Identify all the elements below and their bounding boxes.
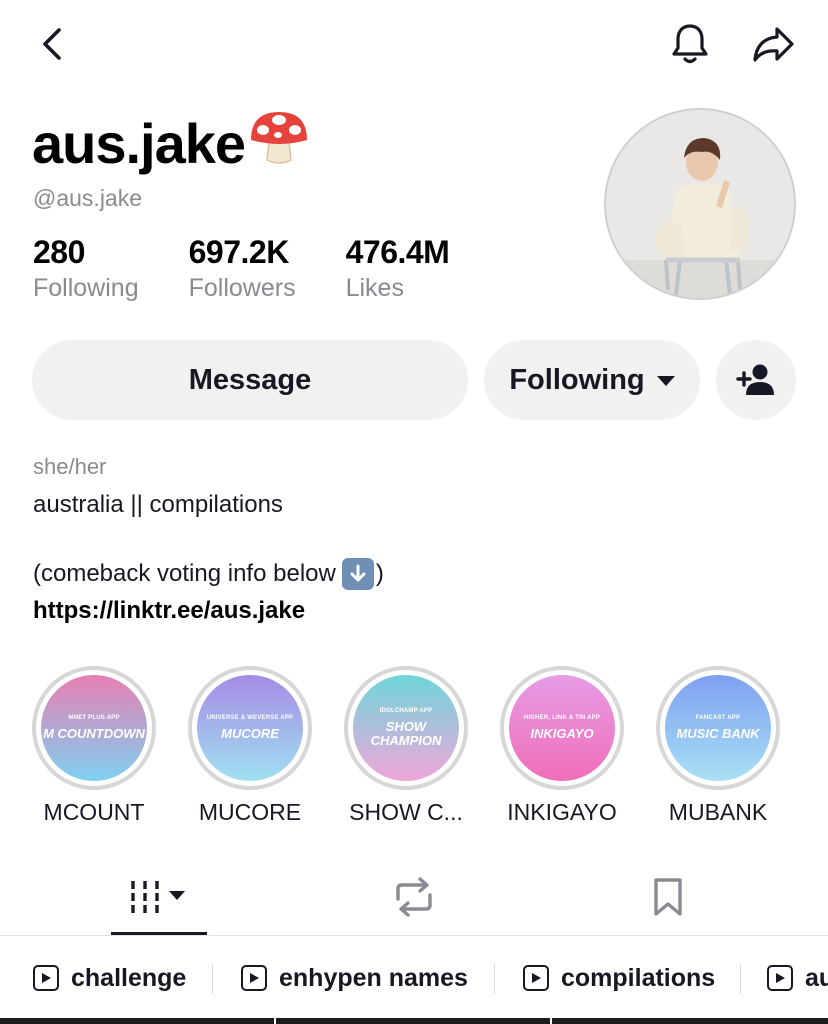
bio-line: (comeback voting info below ) <box>33 558 384 590</box>
share-button[interactable] <box>748 20 798 68</box>
video-thumbnail[interactable] <box>276 1018 550 1024</box>
stat-label: Following <box>33 274 139 302</box>
stat-value: 697.2K <box>188 234 290 270</box>
following-button-label: Following <box>509 363 645 396</box>
highlight-ring: IDOLCHAMP APP SHOW CHAMPION <box>344 666 468 790</box>
stat-value: 280 <box>33 234 85 270</box>
video-thumbnail[interactable] <box>0 1018 274 1024</box>
repost-icon <box>396 877 432 917</box>
playlist-enhypen-names[interactable]: enhypen names <box>241 954 468 1002</box>
play-icon <box>33 965 59 991</box>
highlight-cover: HIGHER, LINK & TIN APP INKIGAYO <box>509 675 615 781</box>
top-bar <box>0 0 828 90</box>
display-name-text: aus.jake <box>32 112 246 175</box>
content-tabs <box>0 858 828 936</box>
highlight-logo: INKIGAYO <box>530 726 594 741</box>
playlist-challenge[interactable]: challenge <box>33 954 186 1002</box>
play-icon <box>523 965 549 991</box>
bookmark-icon <box>654 878 682 916</box>
video-thumbnail[interactable] <box>552 1018 828 1024</box>
playlist-divider <box>212 964 213 994</box>
down-arrow-emoji-icon <box>341 558 374 590</box>
tab-favorites[interactable] <box>620 858 716 936</box>
highlight-label: INKIGAYO <box>507 799 617 825</box>
playlist-au[interactable]: au <box>767 954 828 1002</box>
highlight-cover: UNIVERSE & WEVERSE APP MUCORE <box>197 675 303 781</box>
tab-videos[interactable] <box>111 858 207 936</box>
highlight-logo: MUSIC BANK <box>676 726 760 741</box>
highlight-subtitle: HIGHER, LINK & TIN APP <box>523 715 601 721</box>
mushroom-emoji-icon <box>247 104 311 184</box>
playlist-label: challenge <box>71 963 187 992</box>
highlight-label: MUCORE <box>198 799 302 825</box>
playlist-compilations[interactable]: compilations <box>523 954 715 1002</box>
highlight-cover: FANCAST APP MUSIC BANK <box>665 675 771 781</box>
playlist-divider <box>494 964 495 994</box>
message-button[interactable]: Message <box>32 340 468 420</box>
highlight-subtitle: IDOLCHAMP APP <box>379 708 433 714</box>
highlight-ring: HIGHER, LINK & TIN APP INKIGAYO <box>500 666 624 790</box>
stat-label: Likes <box>345 274 404 302</box>
stat-followers[interactable]: 697.2K Followers <box>189 234 296 306</box>
highlight-subtitle: FANCAST APP <box>695 715 741 721</box>
highlight-inkigayo[interactable]: HIGHER, LINK & TIN APP INKIGAYO INKIGAYO <box>500 666 624 826</box>
highlight-cover: MNET PLUS APP M COUNTDOWN <box>41 675 147 781</box>
suggested-accounts-button[interactable] <box>716 340 796 420</box>
playlist-row: challenge enhypen names compilations au <box>0 954 828 1004</box>
display-name: aus.jake <box>32 104 311 184</box>
highlight-ring: UNIVERSE & WEVERSE APP MUCORE <box>188 666 312 790</box>
story-highlights: MNET PLUS APP M COUNTDOWN MCOUNT UNIVERS… <box>0 666 828 826</box>
bio-line-text: (comeback voting info below <box>33 560 336 587</box>
bio-line: australia || compilations <box>33 491 283 518</box>
highlight-label: MCOUNT <box>43 799 145 825</box>
playlist-label: enhypen names <box>279 963 468 992</box>
playlist-divider <box>740 964 741 994</box>
highlight-mcount[interactable]: MNET PLUS APP M COUNTDOWN MCOUNT <box>32 666 156 826</box>
bio-line-suffix: ) <box>375 560 384 587</box>
highlight-mubank[interactable]: FANCAST APP MUSIC BANK MUBANK <box>656 666 780 826</box>
profile-stats: 280 Following 697.2K Followers 476.4M Li… <box>33 234 499 306</box>
highlight-mucore[interactable]: UNIVERSE & WEVERSE APP MUCORE MUCORE <box>188 666 312 826</box>
grid-icon <box>131 881 185 913</box>
highlight-ring: MNET PLUS APP M COUNTDOWN <box>32 666 156 790</box>
highlight-show-champion[interactable]: IDOLCHAMP APP SHOW CHAMPION SHOW C... <box>344 666 468 826</box>
following-dropdown-button[interactable]: Following <box>484 340 700 420</box>
play-icon <box>767 965 793 991</box>
username: @aus.jake <box>33 185 143 211</box>
share-arrow-icon <box>753 27 794 62</box>
add-user-icon <box>736 364 774 395</box>
highlight-logo: SHOW CHAMPION <box>370 719 442 748</box>
stat-following[interactable]: 280 Following <box>33 234 139 306</box>
chevron-left-icon <box>43 28 61 60</box>
play-icon <box>241 965 267 991</box>
playlist-label: au <box>805 963 828 992</box>
highlight-label: SHOW C... <box>349 799 463 825</box>
highlight-logo: MUCORE <box>221 726 279 741</box>
caret-down-icon <box>656 376 675 386</box>
notification-button[interactable] <box>666 20 714 68</box>
active-tab-indicator <box>111 932 207 935</box>
bio-link[interactable]: https://linktr.ee/aus.jake <box>33 596 305 626</box>
bell-icon <box>672 24 708 64</box>
video-grid <box>0 1018 828 1024</box>
highlight-subtitle: MNET PLUS APP <box>68 715 120 721</box>
stat-value: 476.4M <box>345 234 450 270</box>
back-button[interactable] <box>30 22 74 66</box>
highlight-cover: IDOLCHAMP APP SHOW CHAMPION <box>353 675 459 781</box>
highlight-logo: M COUNTDOWN <box>43 726 145 741</box>
playlist-label: compilations <box>561 963 716 992</box>
pronouns: she/her <box>33 454 107 479</box>
avatar-photo <box>606 110 794 298</box>
tab-reposts[interactable] <box>366 858 462 936</box>
highlight-label: MUBANK <box>668 799 768 825</box>
stat-label: Followers <box>188 274 296 302</box>
avatar[interactable] <box>604 108 796 300</box>
stat-likes[interactable]: 476.4M Likes <box>346 234 450 306</box>
highlight-ring: FANCAST APP MUSIC BANK <box>656 666 780 790</box>
highlight-subtitle: UNIVERSE & WEVERSE APP <box>206 715 294 721</box>
